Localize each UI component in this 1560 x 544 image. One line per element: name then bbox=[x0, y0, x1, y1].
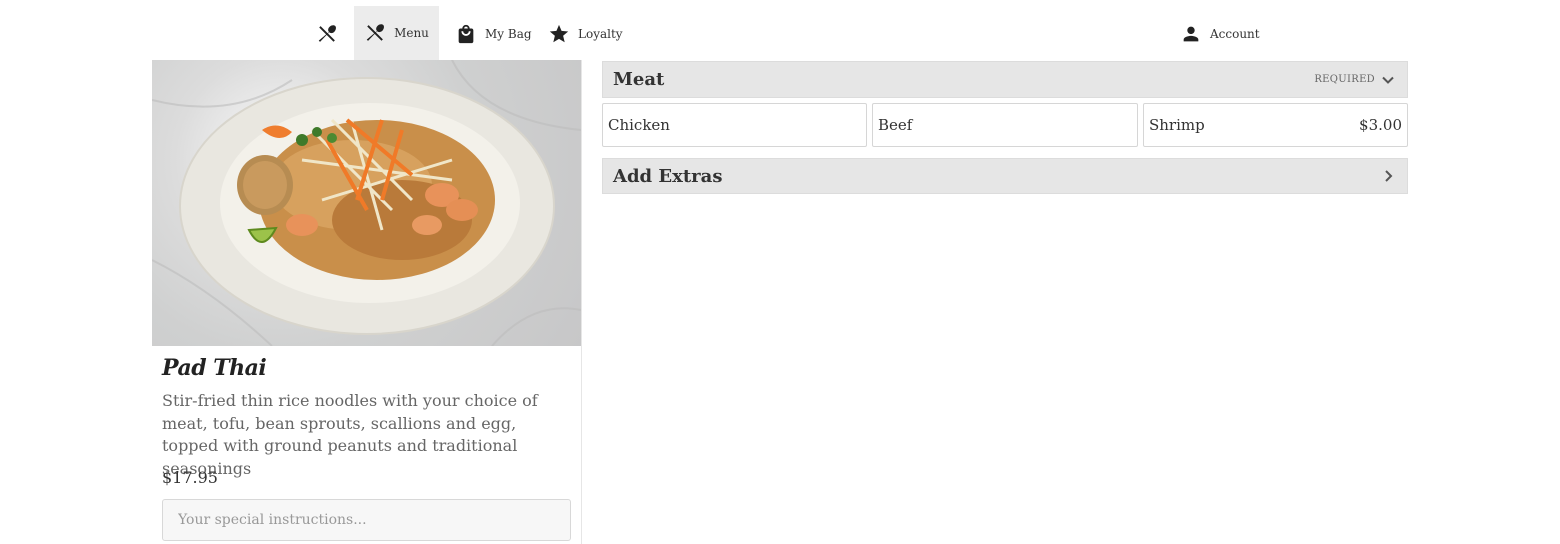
chevron-right-icon bbox=[1385, 170, 1393, 182]
meat-option-beef[interactable]: Beef bbox=[872, 103, 1138, 147]
special-instructions-input[interactable] bbox=[162, 499, 571, 541]
option-label: Shrimp bbox=[1149, 116, 1205, 134]
pad-thai-photo bbox=[152, 60, 581, 346]
option-price: $3.00 bbox=[1359, 116, 1402, 134]
option-label: Chicken bbox=[608, 116, 670, 134]
meat-group-header[interactable]: Meat REQUIRED bbox=[602, 61, 1408, 98]
meat-option-shrimp[interactable]: Shrimp $3.00 bbox=[1143, 103, 1408, 147]
nav-menu-label: Menu bbox=[394, 26, 429, 40]
option-label: Beef bbox=[878, 116, 913, 134]
star-icon bbox=[549, 24, 569, 43]
home-logo[interactable] bbox=[314, 6, 340, 62]
top-navigation: Menu My Bag Loyalty Account bbox=[0, 0, 1560, 62]
meat-group-title: Meat bbox=[613, 69, 665, 90]
add-extras-group-header[interactable]: Add Extras bbox=[602, 158, 1408, 194]
utensils-icon bbox=[318, 25, 336, 42]
add-extras-title: Add Extras bbox=[613, 165, 723, 187]
nav-account[interactable]: Account bbox=[1180, 6, 1260, 62]
nav-loyalty[interactable]: Loyalty bbox=[548, 6, 623, 62]
nav-my-bag[interactable]: My Bag bbox=[455, 6, 532, 62]
utensils-icon bbox=[366, 24, 385, 41]
meat-option-chicken[interactable]: Chicken bbox=[602, 103, 867, 147]
bag-icon bbox=[458, 24, 474, 44]
nav-account-label: Account bbox=[1210, 27, 1260, 41]
item-description: Stir-fried thin rice noodles with your c… bbox=[162, 391, 538, 478]
meat-group-status: REQUIRED bbox=[1314, 73, 1395, 87]
nav-loyalty-label: Loyalty bbox=[578, 27, 623, 41]
person-icon bbox=[1183, 26, 1199, 42]
nav-menu[interactable]: Menu bbox=[354, 6, 439, 62]
item-name: Pad Thai bbox=[162, 355, 267, 381]
item-price: $17.95 bbox=[162, 468, 218, 487]
food-illustration bbox=[152, 60, 581, 346]
item-detail-panel: Pad Thai Stir-fried thin rice noodles wi… bbox=[152, 60, 582, 544]
required-badge: REQUIRED bbox=[1314, 74, 1375, 85]
chevron-down-icon bbox=[1382, 76, 1394, 84]
nav-my-bag-label: My Bag bbox=[485, 27, 532, 41]
